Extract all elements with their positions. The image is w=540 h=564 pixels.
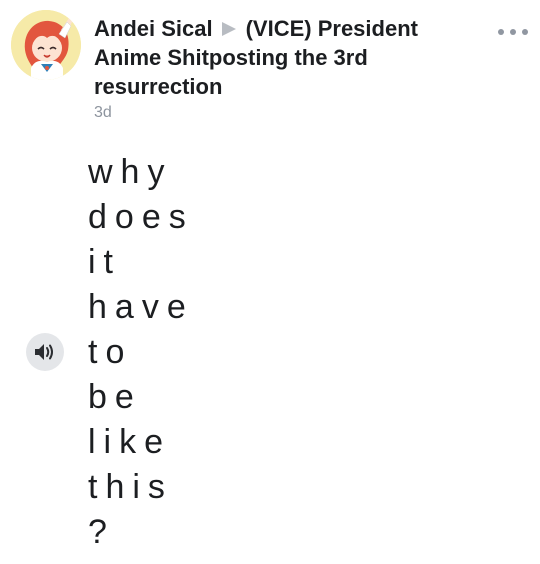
more-horizontal-icon — [498, 29, 504, 35]
more-options-button[interactable] — [498, 22, 528, 42]
post-body-line: it — [88, 243, 121, 281]
post-body-line: this — [88, 468, 173, 506]
anime-girl-avatar-icon — [11, 10, 81, 80]
more-dot — [522, 29, 528, 35]
post-body-line: have — [88, 288, 194, 326]
more-dot — [510, 29, 516, 35]
post-header: Andei Sical (VICE) President Anime Shitpo… — [94, 14, 474, 101]
post-body-line: be — [88, 378, 142, 416]
right-triangle-arrow-icon — [221, 22, 236, 36]
post-body: why does it have to be like this ? — [88, 150, 194, 555]
post-body-line: ? — [88, 513, 115, 551]
author-avatar[interactable] — [11, 10, 81, 80]
post-body-line: like — [88, 423, 172, 461]
post-timestamp[interactable]: 3d — [94, 104, 112, 122]
post-body-line: does — [88, 198, 194, 236]
post-card: Andei Sical (VICE) President Anime Shitpo… — [0, 0, 540, 564]
speaker-volume-icon — [35, 344, 53, 360]
post-body-line: to — [88, 333, 133, 371]
author-name[interactable]: Andei Sical — [94, 16, 213, 41]
post-body-line: why — [88, 153, 173, 191]
text-to-speech-button[interactable] — [26, 333, 64, 371]
